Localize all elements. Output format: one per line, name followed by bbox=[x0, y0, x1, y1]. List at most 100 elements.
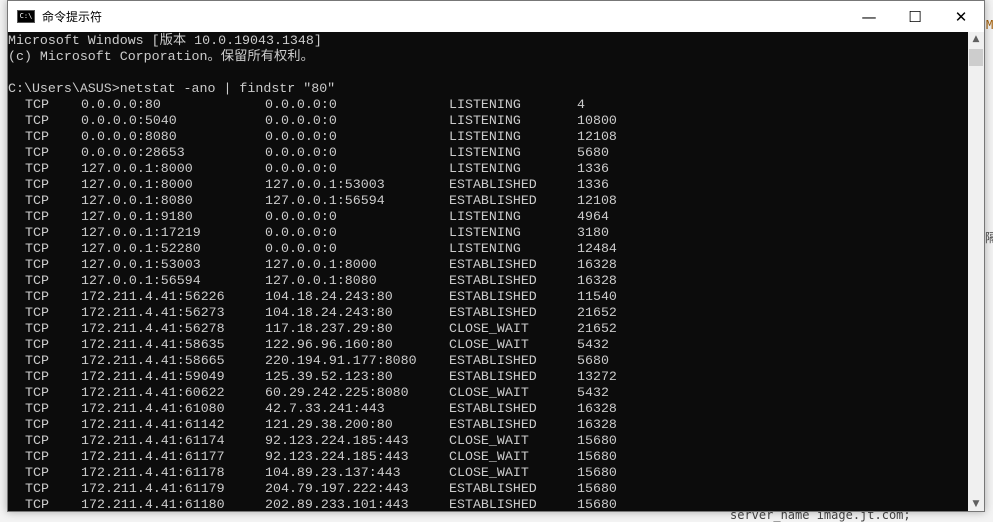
state: LISTENING bbox=[449, 161, 521, 176]
connection-row: TCP 127.0.0.1:56594 127.0.0.1:8080 ESTABLIS… bbox=[8, 273, 969, 289]
pid: 1336 bbox=[577, 161, 609, 176]
state: ESTABLISHED bbox=[449, 417, 537, 432]
minimize-button[interactable]: — bbox=[846, 1, 892, 32]
foreign-address: 0.0.0.0:0 bbox=[265, 145, 337, 160]
foreign-address: 122.96.96.160:80 bbox=[265, 337, 393, 352]
local-address: 172.211.4.41:61179 bbox=[81, 481, 225, 496]
console-output[interactable]: Microsoft Windows [版本 10.0.19043.1348] (c… bbox=[8, 32, 969, 511]
connection-row: TCP 172.211.4.41:58665 220.194.91.177:8080… bbox=[8, 353, 969, 369]
local-address: 0.0.0.0:80 bbox=[81, 97, 161, 112]
local-address: 172.211.4.41:56273 bbox=[81, 305, 225, 320]
pid: 10800 bbox=[577, 113, 617, 128]
pid: 21652 bbox=[577, 321, 617, 336]
foreign-address: 125.39.52.123:80 bbox=[265, 369, 393, 384]
local-address: 172.211.4.41:61180 bbox=[81, 497, 225, 511]
protocol: TCP bbox=[25, 449, 49, 464]
title-bar[interactable]: C:\ 命令提示符 — ☐ ✕ bbox=[8, 1, 984, 32]
state: ESTABLISHED bbox=[449, 369, 537, 384]
foreign-address: 204.79.197.222:443 bbox=[265, 481, 409, 496]
local-address: 172.211.4.41:60622 bbox=[81, 385, 225, 400]
pid: 4964 bbox=[577, 209, 609, 224]
local-address: 127.0.0.1:52280 bbox=[81, 241, 201, 256]
connection-row: TCP 127.0.0.1:52280 0.0.0.0:0 LISTENING 1248… bbox=[8, 241, 969, 257]
state: LISTENING bbox=[449, 129, 521, 144]
state: ESTABLISHED bbox=[449, 177, 537, 192]
foreign-address: 0.0.0.0:0 bbox=[265, 129, 337, 144]
pid: 12108 bbox=[577, 129, 617, 144]
state: CLOSE_WAIT bbox=[449, 337, 529, 352]
local-address: 172.211.4.41:61174 bbox=[81, 433, 225, 448]
state: CLOSE_WAIT bbox=[449, 449, 529, 464]
state: LISTENING bbox=[449, 97, 521, 112]
console-line: (c) Microsoft Corporation。保留所有权利。 bbox=[8, 49, 314, 64]
pid: 15680 bbox=[577, 481, 617, 496]
scroll-up-icon[interactable]: ▲ bbox=[968, 34, 984, 44]
foreign-address: 92.123.224.185:443 bbox=[265, 449, 409, 464]
protocol: TCP bbox=[25, 369, 49, 384]
connection-row: TCP 0.0.0.0:28653 0.0.0.0:0 LISTENING 5680 bbox=[8, 145, 969, 161]
pid: 12484 bbox=[577, 241, 617, 256]
connection-row: TCP 172.211.4.41:61179 204.79.197.222:443 E… bbox=[8, 481, 969, 497]
pid: 16328 bbox=[577, 417, 617, 432]
foreign-address: 104.18.24.243:80 bbox=[265, 289, 393, 304]
protocol: TCP bbox=[25, 257, 49, 272]
foreign-address: 127.0.0.1:56594 bbox=[265, 193, 385, 208]
foreign-address: 0.0.0.0:0 bbox=[265, 241, 337, 256]
connection-row: TCP 172.211.4.41:56273 104.18.24.243:80 EST… bbox=[8, 305, 969, 321]
state: LISTENING bbox=[449, 209, 521, 224]
background-char: 隔 bbox=[985, 231, 993, 245]
pid: 16328 bbox=[577, 257, 617, 272]
window-title: 命令提示符 bbox=[42, 10, 103, 24]
pid: 5680 bbox=[577, 353, 609, 368]
protocol: TCP bbox=[25, 305, 49, 320]
connection-row: TCP 172.211.4.41:61180 202.89.233.101:443 E… bbox=[8, 497, 969, 511]
pid: 15680 bbox=[577, 497, 617, 511]
pid: 16328 bbox=[577, 401, 617, 416]
connection-row: TCP 127.0.0.1:8080 127.0.0.1:56594 ESTABLIS… bbox=[8, 193, 969, 209]
protocol: TCP bbox=[25, 97, 49, 112]
pid: 16328 bbox=[577, 273, 617, 288]
local-address: 0.0.0.0:5040 bbox=[81, 113, 177, 128]
local-address: 172.211.4.41:61178 bbox=[81, 465, 225, 480]
local-address: 127.0.0.1:53003 bbox=[81, 257, 201, 272]
foreign-address: 60.29.242.225:8080 bbox=[265, 385, 409, 400]
local-address: 0.0.0.0:8080 bbox=[81, 129, 177, 144]
state: CLOSE_WAIT bbox=[449, 465, 529, 480]
console-line: Microsoft Windows [版本 10.0.19043.1348] bbox=[8, 33, 322, 48]
protocol: TCP bbox=[25, 385, 49, 400]
connection-row: TCP 127.0.0.1:8000 127.0.0.1:53003 ESTABLIS… bbox=[8, 177, 969, 193]
protocol: TCP bbox=[25, 417, 49, 432]
protocol: TCP bbox=[25, 113, 49, 128]
foreign-address: 121.29.38.200:80 bbox=[265, 417, 393, 432]
connection-row: TCP 172.211.4.41:61174 92.123.224.185:443 C… bbox=[8, 433, 969, 449]
foreign-address: 202.89.233.101:443 bbox=[265, 497, 409, 511]
scroll-thumb[interactable] bbox=[969, 49, 983, 66]
connection-row: TCP 127.0.0.1:53003 127.0.0.1:8000 ESTABLIS… bbox=[8, 257, 969, 273]
local-address: 172.211.4.41:56226 bbox=[81, 289, 225, 304]
console-line: C:\Users\ASUS>netstat -ano | findstr "80… bbox=[8, 81, 336, 96]
protocol: TCP bbox=[25, 353, 49, 368]
scroll-down-icon[interactable]: ▼ bbox=[968, 499, 984, 509]
foreign-address: 127.0.0.1:8000 bbox=[265, 257, 377, 272]
close-button[interactable]: ✕ bbox=[938, 1, 984, 32]
vertical-scrollbar[interactable]: ▲ ▼ bbox=[968, 32, 984, 511]
foreign-address: 104.89.23.137:443 bbox=[265, 465, 401, 480]
maximize-button[interactable]: ☐ bbox=[892, 1, 938, 32]
foreign-address: 104.18.24.243:80 bbox=[265, 305, 393, 320]
connection-row: TCP 172.211.4.41:61178 104.89.23.137:443 CL… bbox=[8, 465, 969, 481]
local-address: 127.0.0.1:8080 bbox=[81, 193, 193, 208]
protocol: TCP bbox=[25, 177, 49, 192]
local-address: 172.211.4.41:61142 bbox=[81, 417, 225, 432]
pid: 5432 bbox=[577, 337, 609, 352]
local-address: 172.211.4.41:58635 bbox=[81, 337, 225, 352]
pid: 5680 bbox=[577, 145, 609, 160]
pid: 12108 bbox=[577, 193, 617, 208]
local-address: 172.211.4.41:61177 bbox=[81, 449, 225, 464]
connection-row: TCP 0.0.0.0:80 0.0.0.0:0 LISTENING 4 bbox=[8, 97, 969, 113]
foreign-address: 0.0.0.0:0 bbox=[265, 113, 337, 128]
local-address: 172.211.4.41:61080 bbox=[81, 401, 225, 416]
foreign-address: 0.0.0.0:0 bbox=[265, 161, 337, 176]
pid: 3180 bbox=[577, 225, 609, 240]
state: ESTABLISHED bbox=[449, 193, 537, 208]
